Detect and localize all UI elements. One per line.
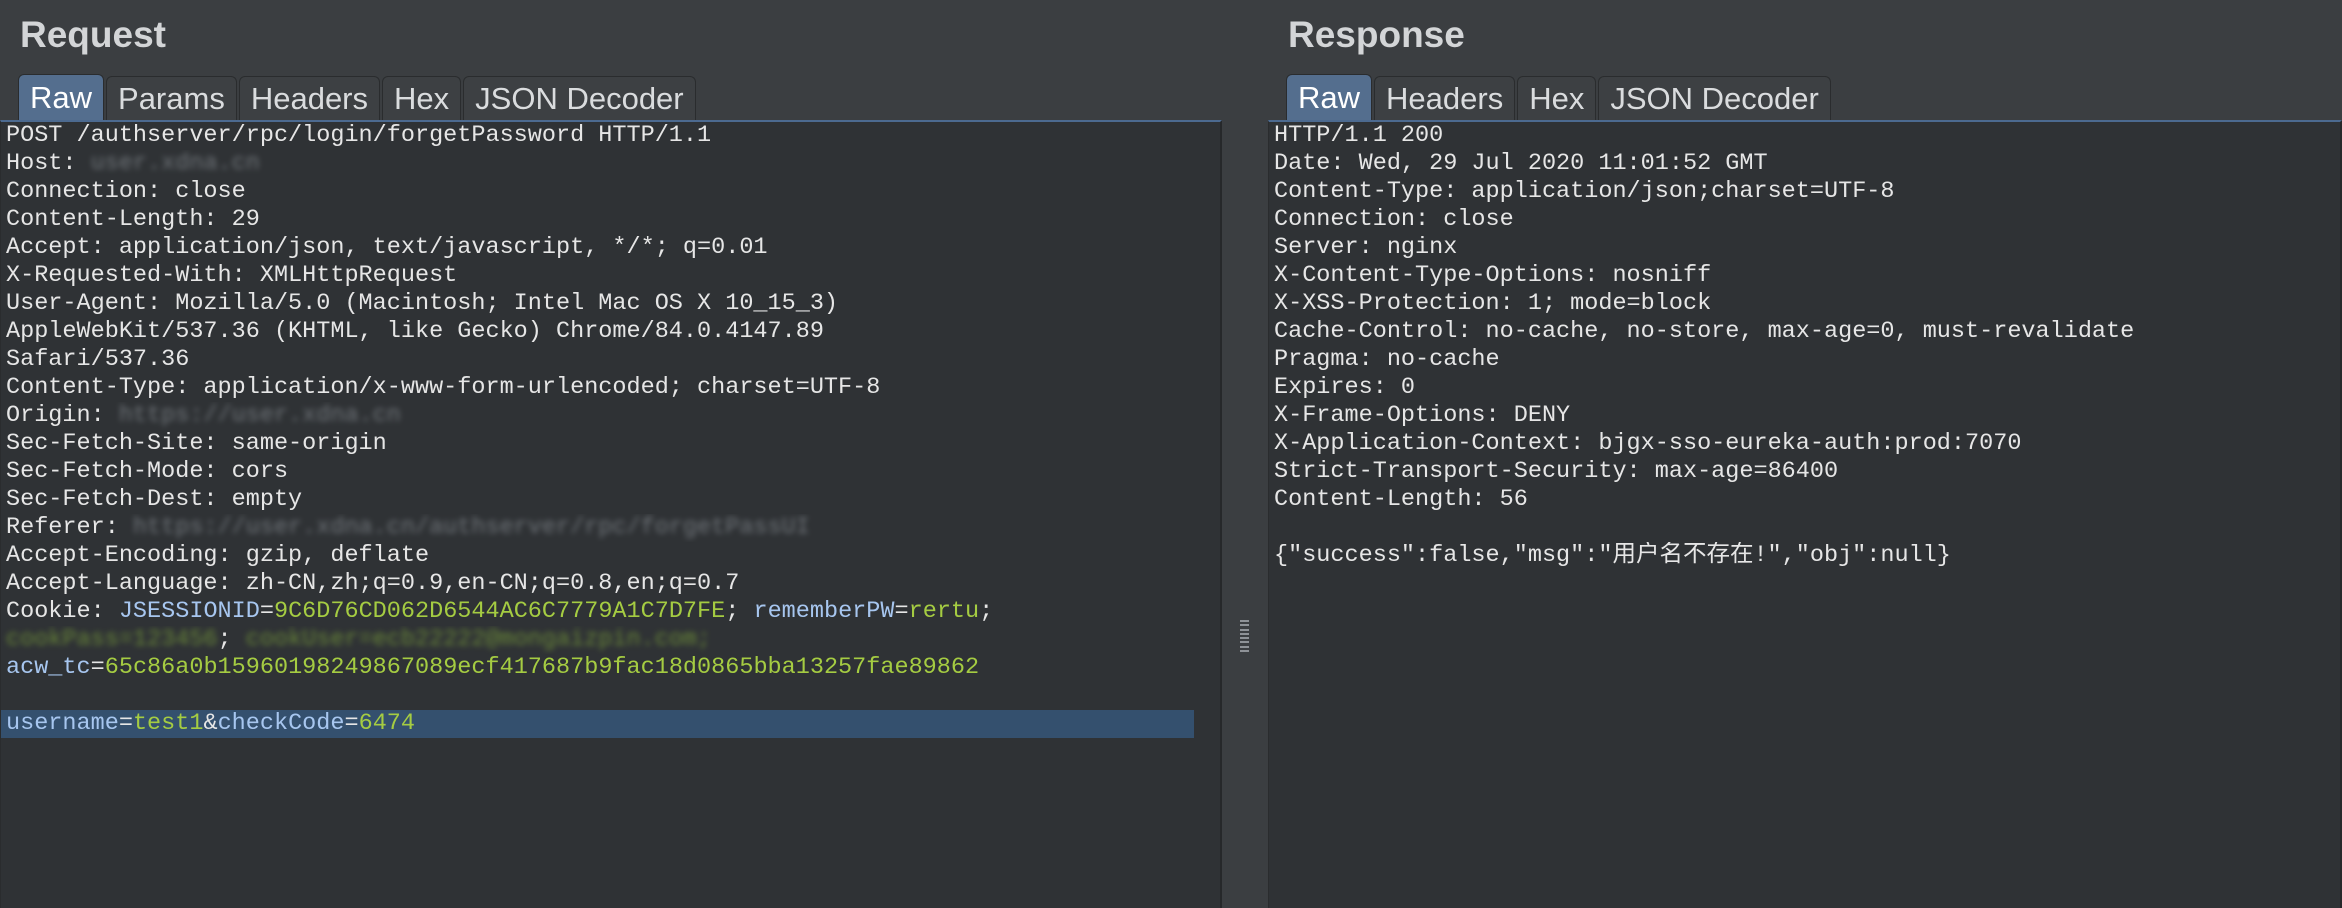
response-blank-line xyxy=(1269,514,2340,542)
header-label: Origin: xyxy=(6,402,119,429)
header-label: Referer: xyxy=(6,514,133,541)
response-tab-json-decoder[interactable]: JSON Decoder xyxy=(1598,76,1831,120)
response-body-line: {"success":false,"msg":"用户名不存在!","obj":n… xyxy=(1274,542,1951,569)
request-line: POST /authserver/rpc/login/forgetPasswor… xyxy=(6,122,712,149)
request-tab-headers[interactable]: Headers xyxy=(238,76,381,120)
response-line: Date: Wed, 29 Jul 2020 11:01:52 GMT xyxy=(1274,150,1768,177)
header-label: Cookie: xyxy=(6,598,119,625)
request-line: Origin: https://user.xdna.cn xyxy=(1,402,1220,430)
cookie-key: acw_tc xyxy=(6,654,91,681)
response-title: Response xyxy=(1288,14,1465,55)
request-tab-hex[interactable]: Hex xyxy=(382,76,462,120)
cookie-key: rememberPW xyxy=(753,598,895,625)
response-line: Content-Length: 56 xyxy=(1274,486,1528,513)
request-line: Referer: https://user.xdna.cn/authserver… xyxy=(1,514,1220,542)
response-line: X-XSS-Protection: 1; mode=block xyxy=(1274,290,1712,317)
request-line: Content-Type: application/x-www-form-url… xyxy=(6,374,881,401)
cookie-value: rertu xyxy=(908,598,980,625)
request-tab-raw[interactable]: Raw xyxy=(18,74,105,120)
redacted-value: https://user.xdna.cn/authserver/rpc/forg… xyxy=(132,514,810,541)
request-line: Accept: application/json, text/javascrip… xyxy=(6,234,768,261)
request-line: Accept-Encoding: gzip, deflate xyxy=(6,542,430,569)
cookie-value: 9C6D76CD062D6544AC6C7779A1C7D7FE xyxy=(273,598,726,625)
request-line: Sec-Fetch-Dest: empty xyxy=(6,486,303,513)
param-value: 6474 xyxy=(358,710,416,737)
request-body-line[interactable]: username=test1&checkCode=6474 xyxy=(1,710,1194,738)
cookie-line: acw_tc=65c86a0b15960198249867089ecf41768… xyxy=(6,654,980,681)
redacted-value: https://user.xdna.cn xyxy=(118,402,401,429)
split-pane-handle[interactable] xyxy=(1240,620,1250,652)
request-line: Sec-Fetch-Mode: cors xyxy=(6,458,289,485)
response-editor[interactable]: HTTP/1.1 200 Date: Wed, 29 Jul 2020 11:0… xyxy=(1268,120,2342,908)
cookie-line: cookPass=123456; cookUser=ecb22222@monga… xyxy=(6,626,712,653)
response-line: Connection: close xyxy=(1274,206,1514,233)
response-panel: Response Raw Headers Hex JSON Decoder HT… xyxy=(1268,0,2342,908)
response-line: X-Content-Type-Options: nosniff xyxy=(1274,262,1712,289)
request-line: AppleWebKit/537.36 (KHTML, like Gecko) C… xyxy=(6,318,824,345)
redacted-cookie: cookPass=123456 xyxy=(6,626,218,653)
request-tab-params[interactable]: Params xyxy=(106,76,237,120)
request-editor[interactable]: POST /authserver/rpc/login/forgetPasswor… xyxy=(0,120,1222,908)
response-line: X-Frame-Options: DENY xyxy=(1274,402,1571,429)
request-line: Connection: close xyxy=(6,178,246,205)
response-line: Content-Type: application/json;charset=U… xyxy=(1274,178,1895,205)
response-line: Pragma: no-cache xyxy=(1274,346,1500,373)
cookie-value: 65c86a0b15960198249867089ecf417687b9fac1… xyxy=(104,654,980,681)
response-tab-hex[interactable]: Hex xyxy=(1517,76,1597,120)
param-value: test1 xyxy=(132,710,204,737)
response-line: Strict-Transport-Security: max-age=86400 xyxy=(1274,458,1839,485)
request-tab-json-decoder[interactable]: JSON Decoder xyxy=(463,76,696,120)
header-label: Host: xyxy=(6,150,91,177)
response-line: Server: nginx xyxy=(1274,234,1458,261)
param-key: username xyxy=(6,710,119,737)
request-title: Request xyxy=(20,14,166,55)
cookie-line: Cookie: JSESSIONID=9C6D76CD062D6544AC6C7… xyxy=(6,598,994,625)
request-line: X-Requested-With: XMLHttpRequest xyxy=(6,262,458,289)
request-line: User-Agent: Mozilla/5.0 (Macintosh; Inte… xyxy=(6,290,839,317)
request-line: Safari/537.36 xyxy=(6,346,190,373)
response-line: X-Application-Context: bjgx-sso-eureka-a… xyxy=(1274,430,2022,457)
response-tab-headers[interactable]: Headers xyxy=(1374,76,1516,120)
request-panel: Request Raw Params Headers Hex JSON Deco… xyxy=(0,0,1222,908)
request-line: Content-Length: 29 xyxy=(6,206,260,233)
redacted-value: user.xdna.cn xyxy=(90,150,260,177)
response-line: Cache-Control: no-cache, no-store, max-a… xyxy=(1274,318,2135,345)
response-line: Expires: 0 xyxy=(1274,374,1416,401)
cookie-key: JSESSIONID xyxy=(118,598,260,625)
response-tabs: Raw Headers Hex JSON Decoder xyxy=(1286,74,1833,120)
request-line: Accept-Language: zh-CN,zh;q=0.9,en-CN;q=… xyxy=(6,570,740,597)
redacted-cookie: cookUser=ecb22222@mongaizpin.com; xyxy=(245,626,712,653)
response-line: HTTP/1.1 200 xyxy=(1274,122,1444,149)
response-tab-raw[interactable]: Raw xyxy=(1286,74,1373,120)
request-line: Sec-Fetch-Site: same-origin xyxy=(6,430,387,457)
request-blank-line xyxy=(1,682,1220,710)
request-line: Host: user.xdna.cn xyxy=(1,150,1220,178)
param-key: checkCode xyxy=(217,710,345,737)
request-tabs: Raw Params Headers Hex JSON Decoder xyxy=(18,74,698,120)
